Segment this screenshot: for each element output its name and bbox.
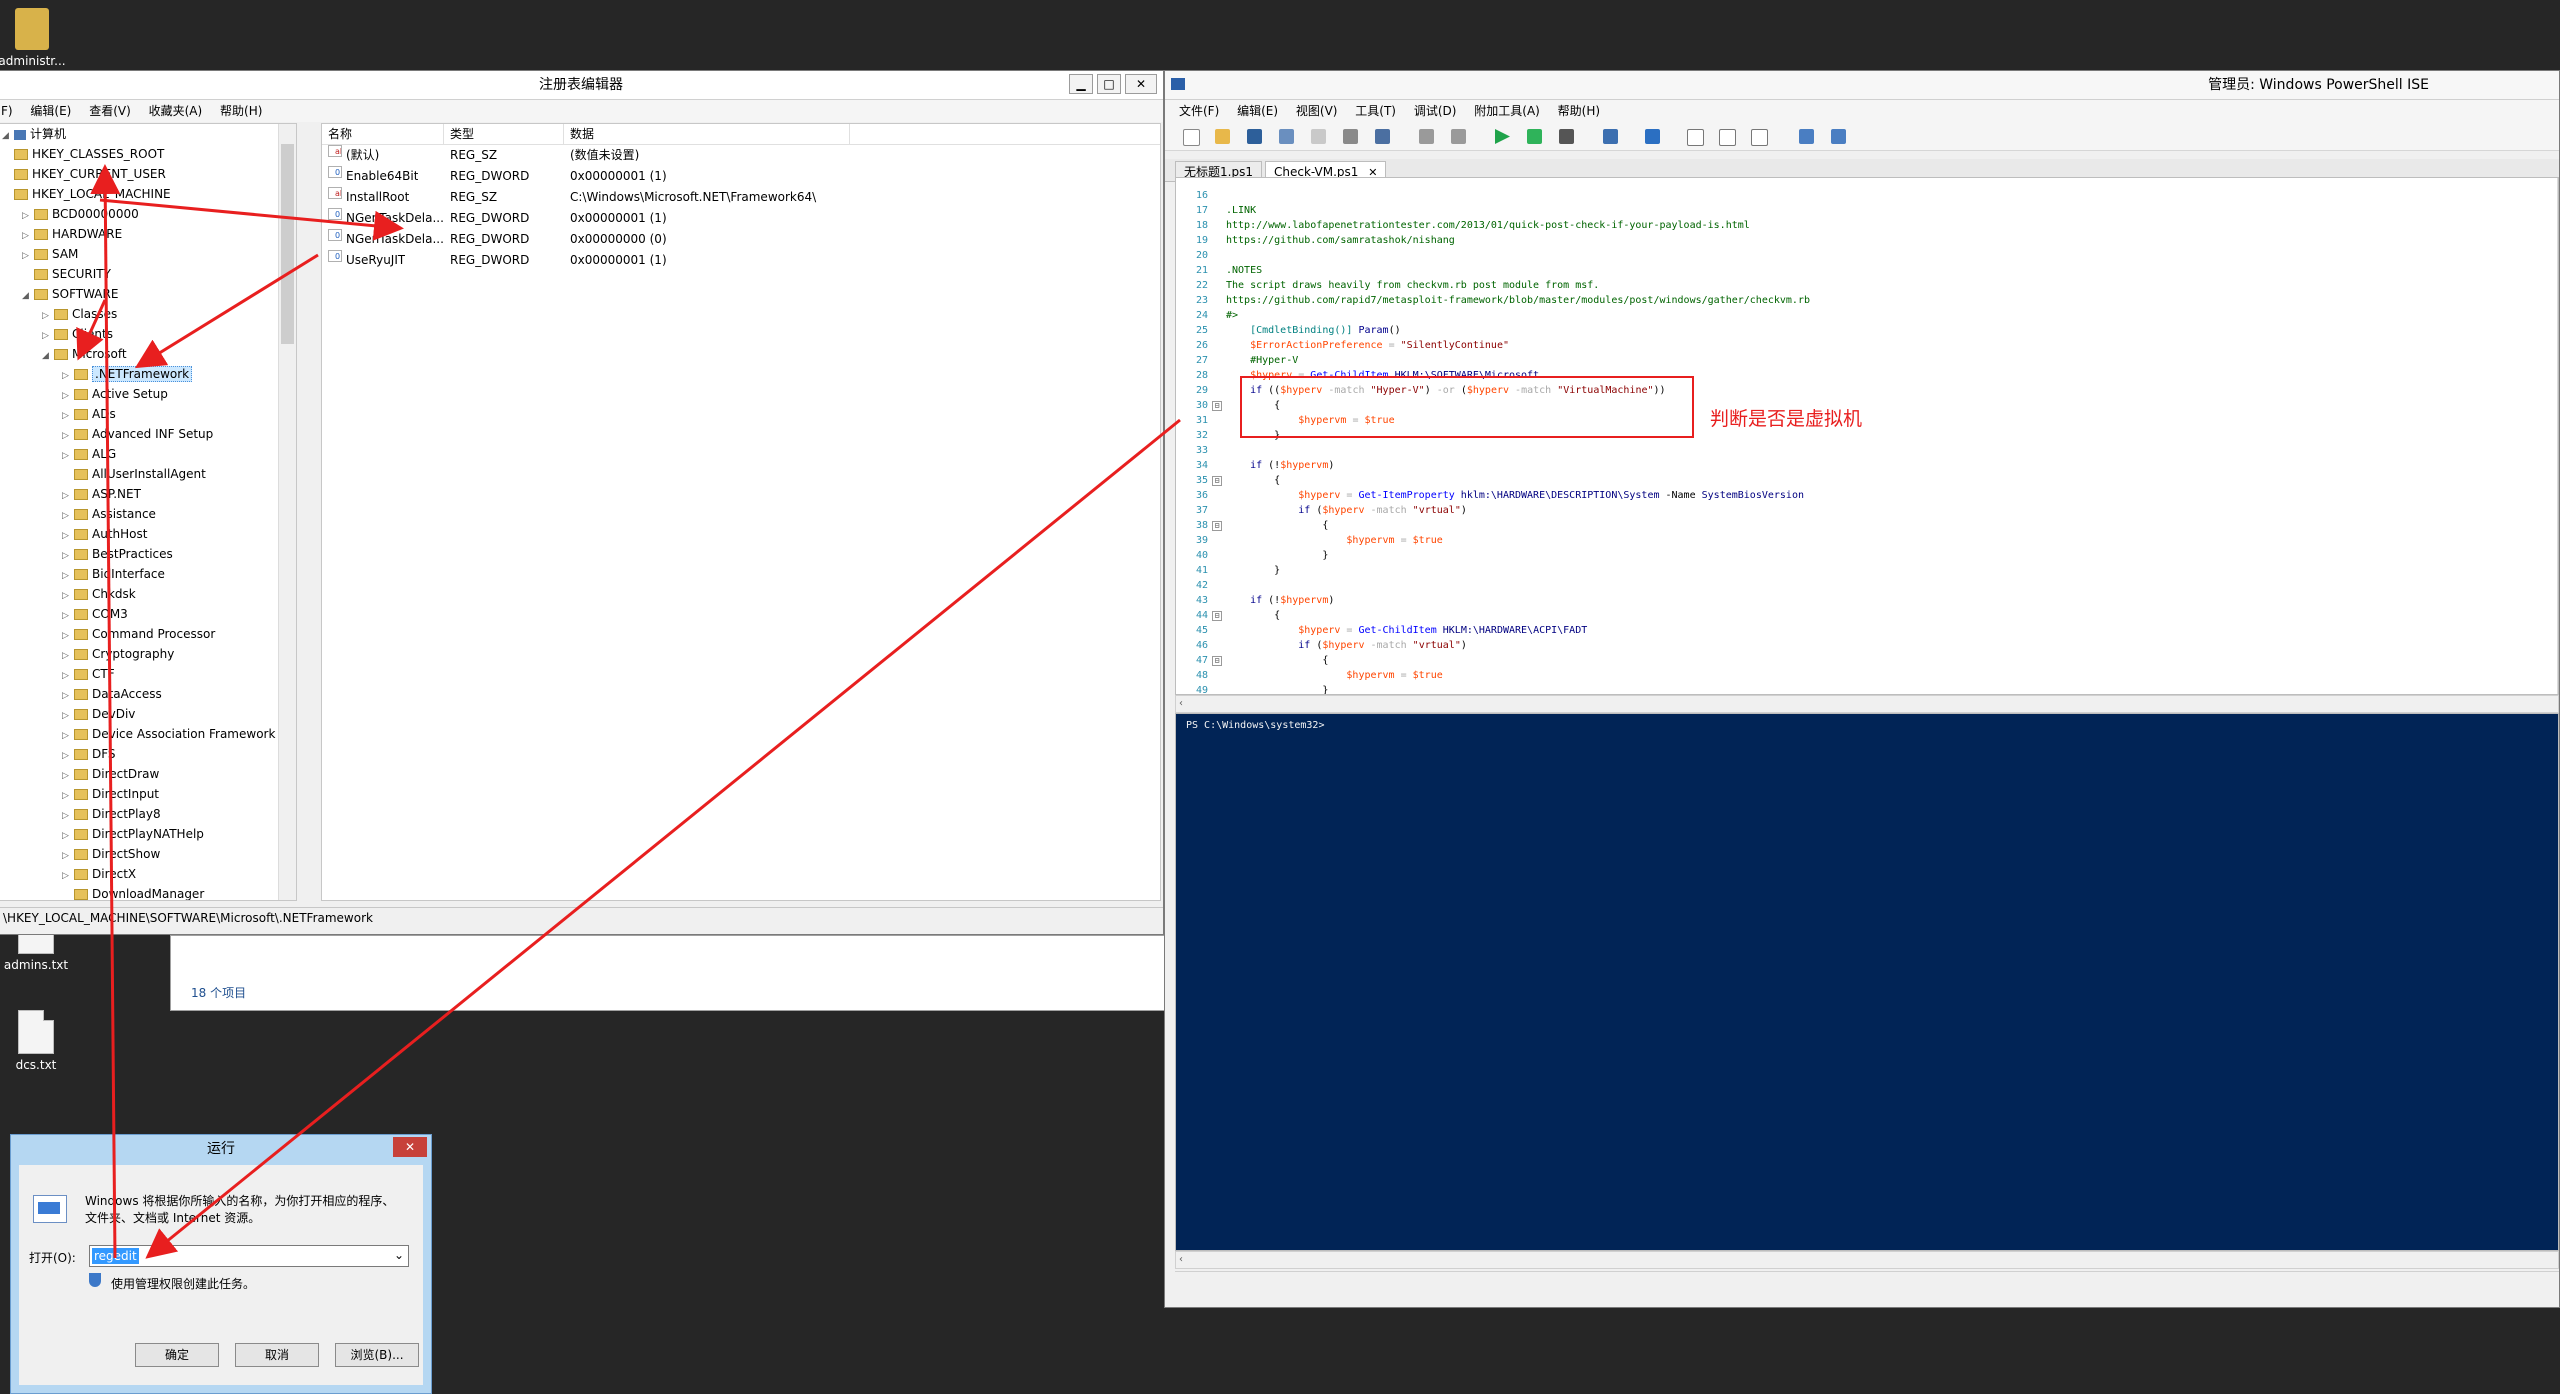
arrow-to-netframework	[99, 198, 404, 241]
arrow-regedit-to-hklm	[90, 164, 121, 1259]
arrow-code-to-run	[145, 418, 1181, 1259]
arrow-to-software	[76, 299, 107, 361]
annotation-arrows	[76, 164, 1181, 1259]
arrow-from-values	[134, 253, 319, 369]
